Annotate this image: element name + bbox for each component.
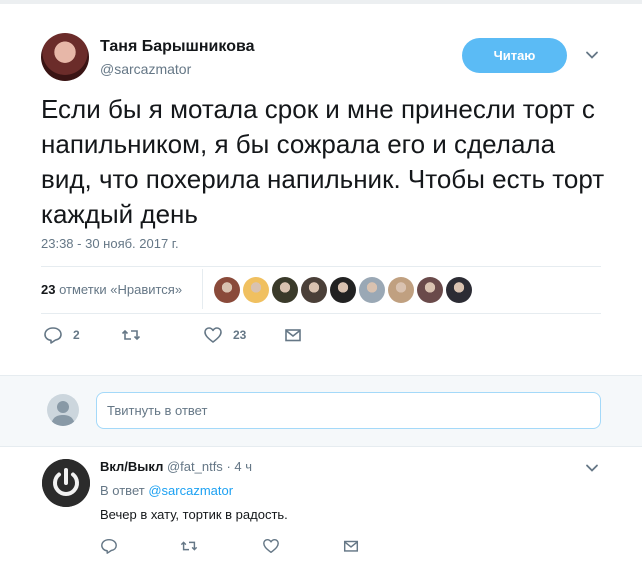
- likes-count[interactable]: 23 отметки «Нравится»: [41, 282, 182, 297]
- retweet-icon: [121, 329, 141, 341]
- author-avatar[interactable]: [41, 33, 89, 81]
- retweet-button[interactable]: [121, 325, 151, 345]
- reply-message-button[interactable]: [342, 537, 360, 560]
- reply-header: Вкл/Выкл @fat_ntfs · 4 ч: [100, 459, 252, 474]
- main-tweet: Таня Барышникова @sarcazmator Читаю Если…: [0, 0, 642, 375]
- author-handle[interactable]: @sarcazmator: [100, 61, 191, 77]
- like-button[interactable]: 23: [203, 325, 246, 345]
- default-avatar-icon: [51, 401, 75, 426]
- liker-avatar[interactable]: [272, 277, 298, 303]
- tweet-text: Если бы я мотала срок и мне принесли тор…: [41, 94, 605, 229]
- reply-author-handle[interactable]: @fat_ntfs: [167, 459, 223, 474]
- reply-count: 2: [73, 328, 80, 342]
- tweet-actions: 2 23: [41, 325, 601, 349]
- reply-icon: [101, 538, 117, 554]
- chevron-down-icon[interactable]: [585, 48, 599, 62]
- following-button[interactable]: Читаю: [462, 38, 567, 73]
- reply-tweet: Вкл/Выкл @fat_ntfs · 4 ч В ответ @sarcaz…: [0, 447, 642, 566]
- retweet-icon: [180, 541, 198, 551]
- reply-text: Вечер в хату, тортик в радость.: [100, 507, 288, 522]
- liker-avatar[interactable]: [330, 277, 356, 303]
- reply-icon: [44, 327, 62, 344]
- separator-dot: ·: [226, 459, 231, 474]
- reply-composer: Твитнуть в ответ: [0, 375, 642, 447]
- envelope-icon: [285, 329, 301, 342]
- chevron-down-icon[interactable]: [585, 461, 599, 475]
- liker-avatar[interactable]: [446, 277, 472, 303]
- envelope-icon: [343, 540, 359, 552]
- reply-author-avatar[interactable]: [42, 459, 90, 507]
- reply-like-button[interactable]: [262, 537, 280, 560]
- reply-time[interactable]: 4 ч: [234, 459, 252, 474]
- liker-avatar[interactable]: [388, 277, 414, 303]
- heart-icon: [263, 538, 279, 554]
- reply-retweet-button[interactable]: [180, 537, 198, 560]
- reply-reply-button[interactable]: [100, 537, 118, 560]
- likes-number: 23: [41, 282, 56, 297]
- like-count: 23: [233, 328, 247, 342]
- heart-icon: [204, 327, 222, 343]
- divider: [41, 313, 601, 314]
- in-reply-handle-link[interactable]: @sarcazmator: [148, 483, 233, 498]
- reply-input[interactable]: Твитнуть в ответ: [96, 392, 601, 429]
- liker-avatar[interactable]: [214, 277, 240, 303]
- in-reply-prefix: В ответ: [100, 483, 145, 498]
- in-reply-to: В ответ @sarcazmator: [100, 483, 233, 498]
- likes-label: отметки «Нравится»: [59, 282, 183, 297]
- liker-avatar[interactable]: [301, 277, 327, 303]
- author-name[interactable]: Таня Барышникова: [100, 38, 254, 56]
- liker-avatar[interactable]: [243, 277, 269, 303]
- user-avatar: [47, 394, 79, 426]
- liker-avatar[interactable]: [359, 277, 385, 303]
- vertical-divider: [202, 269, 203, 309]
- liker-avatar[interactable]: [417, 277, 443, 303]
- reply-author-name[interactable]: Вкл/Выкл: [100, 459, 163, 474]
- tweet-timestamp[interactable]: 23:38 - 30 нояб. 2017 г.: [41, 236, 179, 251]
- direct-message-button[interactable]: [283, 325, 303, 345]
- power-icon: [42, 459, 90, 507]
- likes-row: 23 отметки «Нравится»: [41, 267, 601, 313]
- reply-button[interactable]: 2: [43, 325, 80, 345]
- reply-actions: [100, 537, 400, 557]
